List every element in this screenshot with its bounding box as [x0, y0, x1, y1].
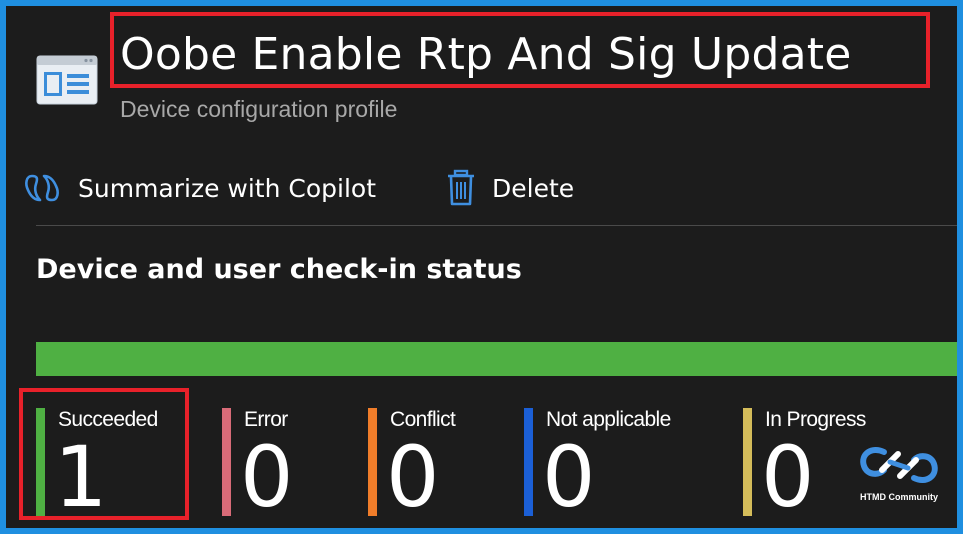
- toolbar-divider: [36, 225, 957, 226]
- page-title: Oobe Enable Rtp And Sig Update: [120, 29, 852, 80]
- profile-list-icon: [36, 50, 98, 108]
- stat-value-in-progress: 0: [761, 428, 815, 526]
- stat-value-conflict: 0: [386, 428, 440, 526]
- in-progress-color-bar: [743, 408, 752, 516]
- stat-value-succeeded: 1: [54, 428, 108, 526]
- delete-button-label: Delete: [492, 173, 575, 203]
- delete-button[interactable]: Delete: [446, 168, 574, 208]
- summarize-with-copilot-button[interactable]: Summarize with Copilot: [22, 168, 376, 208]
- not-applicable-color-bar: [524, 408, 533, 516]
- htmd-community-logo: HTMD Community: [854, 440, 944, 510]
- copilot-icon: [22, 170, 62, 206]
- trash-icon: [446, 169, 476, 207]
- conflict-color-bar: [368, 408, 377, 516]
- succeeded-color-bar: [36, 408, 45, 516]
- checkin-status-heading: Device and user check-in status: [36, 254, 522, 285]
- progress-fill-succeeded: [36, 342, 957, 376]
- error-color-bar: [222, 408, 231, 516]
- stat-value-not-applicable: 0: [542, 428, 596, 526]
- watermark-label: HTMD Community: [860, 492, 938, 502]
- stat-value-error: 0: [240, 428, 294, 526]
- summarize-button-label: Summarize with Copilot: [78, 173, 377, 203]
- profile-overview-panel: Oobe Enable Rtp And Sig Update Device co…: [6, 6, 957, 528]
- checkin-progress-bar: [36, 342, 957, 376]
- page-subtitle: Device configuration profile: [120, 96, 398, 122]
